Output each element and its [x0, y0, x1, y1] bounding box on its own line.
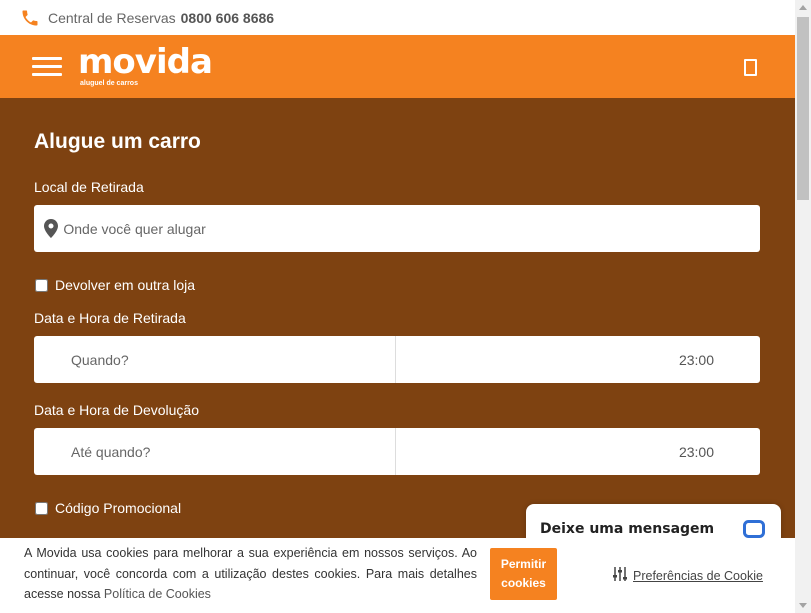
chat-label: Deixe uma mensagem — [540, 521, 715, 537]
return-other-store-checkbox[interactable] — [35, 278, 48, 292]
promo-code-checkbox[interactable] — [35, 501, 48, 515]
promo-code-label: Código Promocional — [55, 500, 182, 516]
return-other-store-checkbox-row[interactable]: Devolver em outra loja — [34, 277, 195, 293]
scrollbar-thumb[interactable] — [797, 17, 809, 200]
pickup-datetime-label: Data e Hora de Retirada — [34, 310, 186, 326]
reservation-label: Central de Reservas — [48, 9, 176, 26]
return-datetime-field: 23:00 — [34, 428, 760, 475]
pickup-time-select[interactable]: 23:00 — [396, 336, 760, 383]
reservation-phone-link[interactable]: 0800 606 8686 — [181, 10, 274, 26]
return-time-select[interactable]: 23:00 — [396, 428, 760, 475]
hamburger-icon[interactable] — [32, 57, 62, 77]
promo-code-checkbox-row[interactable]: Código Promocional — [34, 500, 181, 516]
cookie-policy-link[interactable]: Política de Cookies — [104, 587, 211, 601]
allow-cookies-button[interactable]: Permitir cookies — [490, 548, 557, 600]
cookie-banner: A Movida usa cookies para melhorar a sua… — [0, 538, 795, 613]
return-date-input[interactable] — [71, 443, 395, 460]
cookie-message: A Movida usa cookies para melhorar a sua… — [24, 543, 477, 605]
pickup-location-label: Local de Retirada — [34, 179, 144, 195]
pickup-location-field[interactable] — [34, 205, 760, 252]
pickup-datetime-field: 23:00 — [34, 336, 760, 383]
phone-icon — [20, 8, 40, 28]
scroll-up-icon[interactable] — [799, 5, 807, 10]
form-title: Alugue um carro — [34, 130, 201, 153]
return-datetime-label: Data e Hora de Devolução — [34, 402, 199, 418]
return-date-field[interactable] — [34, 428, 396, 475]
cookie-preferences-label: Preferências de Cookie — [633, 568, 763, 583]
sliders-icon — [612, 566, 628, 585]
logo-text: movida — [78, 42, 213, 82]
return-other-store-label: Devolver em outra loja — [55, 277, 196, 293]
pickup-date-input[interactable] — [71, 351, 395, 368]
top-contact-bar: Central de Reservas 0800 606 8686 — [0, 0, 795, 35]
pickup-date-field[interactable] — [34, 336, 396, 383]
site-header: movida aluguel de carros — [0, 35, 795, 98]
cookie-preferences-link[interactable]: Preferências de Cookie — [612, 566, 763, 585]
page-scrollbar[interactable] — [795, 0, 811, 613]
scroll-down-icon[interactable] — [799, 603, 807, 608]
cookie-message-text: A Movida usa cookies para melhorar a sua… — [24, 546, 477, 601]
account-icon[interactable] — [744, 59, 757, 76]
rental-search-form: Alugue um carro Local de Retirada Devolv… — [0, 98, 795, 538]
movida-logo[interactable]: movida aluguel de carros — [78, 42, 213, 87]
pickup-location-input[interactable] — [63, 220, 760, 237]
location-pin-icon — [44, 219, 59, 238]
